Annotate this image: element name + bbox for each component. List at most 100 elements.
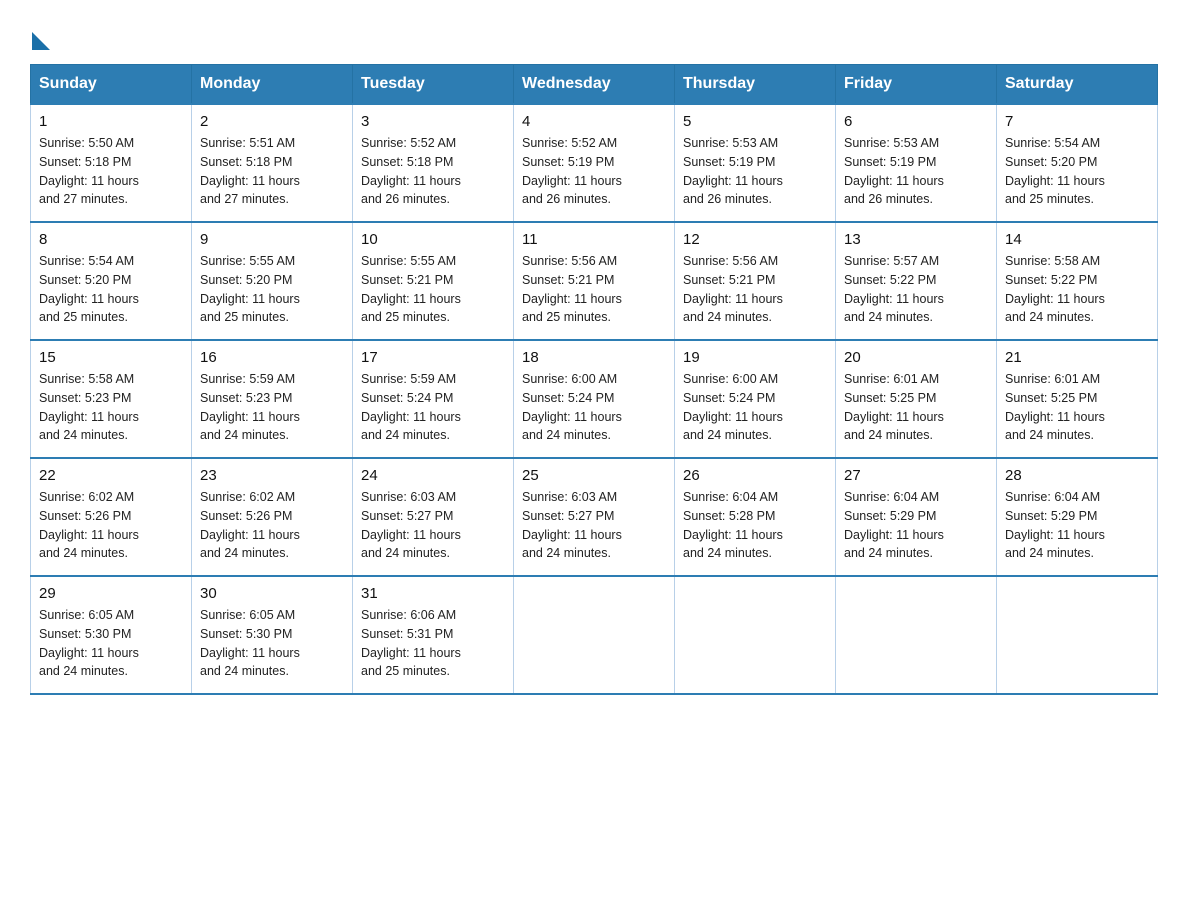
day-info: Sunrise: 5:58 AMSunset: 5:23 PMDaylight:… [39,372,139,442]
day-info: Sunrise: 6:04 AMSunset: 5:28 PMDaylight:… [683,490,783,560]
day-number: 28 [1005,467,1149,484]
day-number: 23 [200,467,344,484]
calendar-week-row: 1 Sunrise: 5:50 AMSunset: 5:18 PMDayligh… [31,104,1158,222]
day-info: Sunrise: 6:04 AMSunset: 5:29 PMDaylight:… [844,490,944,560]
day-number: 30 [200,585,344,602]
calendar-cell: 14 Sunrise: 5:58 AMSunset: 5:22 PMDaylig… [997,222,1158,340]
day-number: 12 [683,231,827,248]
day-number: 21 [1005,349,1149,366]
calendar-cell: 10 Sunrise: 5:55 AMSunset: 5:21 PMDaylig… [353,222,514,340]
day-number: 15 [39,349,183,366]
day-info: Sunrise: 6:01 AMSunset: 5:25 PMDaylight:… [1005,372,1105,442]
day-number: 5 [683,113,827,130]
day-number: 26 [683,467,827,484]
calendar-cell: 17 Sunrise: 5:59 AMSunset: 5:24 PMDaylig… [353,340,514,458]
day-info: Sunrise: 6:00 AMSunset: 5:24 PMDaylight:… [683,372,783,442]
day-number: 8 [39,231,183,248]
day-info: Sunrise: 6:03 AMSunset: 5:27 PMDaylight:… [522,490,622,560]
day-number: 25 [522,467,666,484]
day-info: Sunrise: 6:01 AMSunset: 5:25 PMDaylight:… [844,372,944,442]
calendar-cell: 30 Sunrise: 6:05 AMSunset: 5:30 PMDaylig… [192,576,353,694]
day-number: 13 [844,231,988,248]
calendar-cell: 16 Sunrise: 5:59 AMSunset: 5:23 PMDaylig… [192,340,353,458]
calendar-cell: 24 Sunrise: 6:03 AMSunset: 5:27 PMDaylig… [353,458,514,576]
weekday-header-sunday: Sunday [31,65,192,105]
day-number: 6 [844,113,988,130]
weekday-header-saturday: Saturday [997,65,1158,105]
day-info: Sunrise: 5:54 AMSunset: 5:20 PMDaylight:… [1005,136,1105,206]
calendar-week-row: 22 Sunrise: 6:02 AMSunset: 5:26 PMDaylig… [31,458,1158,576]
logo-triangle-icon [32,32,50,50]
day-number: 1 [39,113,183,130]
calendar-cell [514,576,675,694]
calendar-cell: 19 Sunrise: 6:00 AMSunset: 5:24 PMDaylig… [675,340,836,458]
logo [30,28,50,46]
calendar-cell: 7 Sunrise: 5:54 AMSunset: 5:20 PMDayligh… [997,104,1158,222]
calendar-cell: 3 Sunrise: 5:52 AMSunset: 5:18 PMDayligh… [353,104,514,222]
calendar-cell: 9 Sunrise: 5:55 AMSunset: 5:20 PMDayligh… [192,222,353,340]
calendar-cell [836,576,997,694]
day-number: 31 [361,585,505,602]
day-info: Sunrise: 6:02 AMSunset: 5:26 PMDaylight:… [200,490,300,560]
day-number: 20 [844,349,988,366]
weekday-header-wednesday: Wednesday [514,65,675,105]
day-info: Sunrise: 5:57 AMSunset: 5:22 PMDaylight:… [844,254,944,324]
day-number: 4 [522,113,666,130]
page-header [30,20,1158,46]
day-info: Sunrise: 6:00 AMSunset: 5:24 PMDaylight:… [522,372,622,442]
day-info: Sunrise: 6:05 AMSunset: 5:30 PMDaylight:… [200,608,300,678]
weekday-header-thursday: Thursday [675,65,836,105]
day-info: Sunrise: 5:52 AMSunset: 5:18 PMDaylight:… [361,136,461,206]
day-info: Sunrise: 5:50 AMSunset: 5:18 PMDaylight:… [39,136,139,206]
calendar-cell: 4 Sunrise: 5:52 AMSunset: 5:19 PMDayligh… [514,104,675,222]
day-number: 14 [1005,231,1149,248]
calendar-cell [997,576,1158,694]
calendar-cell: 1 Sunrise: 5:50 AMSunset: 5:18 PMDayligh… [31,104,192,222]
day-info: Sunrise: 6:03 AMSunset: 5:27 PMDaylight:… [361,490,461,560]
day-number: 18 [522,349,666,366]
calendar-week-row: 15 Sunrise: 5:58 AMSunset: 5:23 PMDaylig… [31,340,1158,458]
day-info: Sunrise: 5:56 AMSunset: 5:21 PMDaylight:… [522,254,622,324]
day-number: 10 [361,231,505,248]
day-info: Sunrise: 5:53 AMSunset: 5:19 PMDaylight:… [844,136,944,206]
day-info: Sunrise: 5:55 AMSunset: 5:21 PMDaylight:… [361,254,461,324]
calendar-cell: 20 Sunrise: 6:01 AMSunset: 5:25 PMDaylig… [836,340,997,458]
calendar-cell: 2 Sunrise: 5:51 AMSunset: 5:18 PMDayligh… [192,104,353,222]
day-number: 24 [361,467,505,484]
calendar-cell: 8 Sunrise: 5:54 AMSunset: 5:20 PMDayligh… [31,222,192,340]
calendar-cell: 23 Sunrise: 6:02 AMSunset: 5:26 PMDaylig… [192,458,353,576]
day-info: Sunrise: 6:06 AMSunset: 5:31 PMDaylight:… [361,608,461,678]
weekday-header-friday: Friday [836,65,997,105]
day-info: Sunrise: 5:55 AMSunset: 5:20 PMDaylight:… [200,254,300,324]
calendar-cell: 21 Sunrise: 6:01 AMSunset: 5:25 PMDaylig… [997,340,1158,458]
calendar-week-row: 29 Sunrise: 6:05 AMSunset: 5:30 PMDaylig… [31,576,1158,694]
calendar-cell: 22 Sunrise: 6:02 AMSunset: 5:26 PMDaylig… [31,458,192,576]
day-info: Sunrise: 5:53 AMSunset: 5:19 PMDaylight:… [683,136,783,206]
day-info: Sunrise: 6:05 AMSunset: 5:30 PMDaylight:… [39,608,139,678]
day-number: 2 [200,113,344,130]
day-number: 16 [200,349,344,366]
day-number: 27 [844,467,988,484]
calendar-cell: 12 Sunrise: 5:56 AMSunset: 5:21 PMDaylig… [675,222,836,340]
calendar-cell: 25 Sunrise: 6:03 AMSunset: 5:27 PMDaylig… [514,458,675,576]
calendar-cell: 29 Sunrise: 6:05 AMSunset: 5:30 PMDaylig… [31,576,192,694]
weekday-header-row: SundayMondayTuesdayWednesdayThursdayFrid… [31,65,1158,105]
weekday-header-tuesday: Tuesday [353,65,514,105]
calendar-cell: 6 Sunrise: 5:53 AMSunset: 5:19 PMDayligh… [836,104,997,222]
calendar-cell: 27 Sunrise: 6:04 AMSunset: 5:29 PMDaylig… [836,458,997,576]
calendar-cell: 13 Sunrise: 5:57 AMSunset: 5:22 PMDaylig… [836,222,997,340]
calendar-table: SundayMondayTuesdayWednesdayThursdayFrid… [30,64,1158,695]
day-number: 7 [1005,113,1149,130]
day-info: Sunrise: 5:59 AMSunset: 5:24 PMDaylight:… [361,372,461,442]
day-number: 29 [39,585,183,602]
day-info: Sunrise: 5:59 AMSunset: 5:23 PMDaylight:… [200,372,300,442]
calendar-cell: 26 Sunrise: 6:04 AMSunset: 5:28 PMDaylig… [675,458,836,576]
day-number: 9 [200,231,344,248]
day-number: 19 [683,349,827,366]
day-number: 3 [361,113,505,130]
weekday-header-monday: Monday [192,65,353,105]
calendar-cell: 11 Sunrise: 5:56 AMSunset: 5:21 PMDaylig… [514,222,675,340]
day-info: Sunrise: 6:04 AMSunset: 5:29 PMDaylight:… [1005,490,1105,560]
day-info: Sunrise: 5:56 AMSunset: 5:21 PMDaylight:… [683,254,783,324]
calendar-cell: 28 Sunrise: 6:04 AMSunset: 5:29 PMDaylig… [997,458,1158,576]
